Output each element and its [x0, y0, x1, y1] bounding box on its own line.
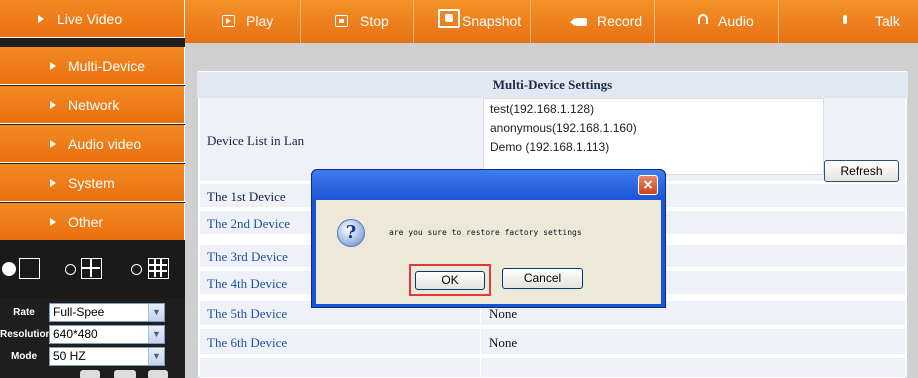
arrow-right-icon	[38, 15, 44, 23]
play-button[interactable]: Play	[185, 0, 301, 43]
snapshot-button[interactable]: Snapshot	[414, 0, 531, 43]
menu-item-other[interactable]: Other	[0, 203, 185, 241]
menu-item-live-video[interactable]: Live Video	[0, 0, 185, 38]
quad-view-icon	[81, 258, 102, 279]
chevron-down-icon[interactable]: ▼	[148, 326, 164, 343]
menu-item-label: Other	[68, 214, 104, 230]
chevron-down-icon[interactable]: ▼	[148, 304, 164, 321]
cancel-button[interactable]: Cancel	[502, 268, 583, 289]
resolution-value: 640*480	[53, 327, 98, 341]
arrow-right-icon	[50, 140, 56, 148]
audio-button[interactable]: Audio	[655, 0, 779, 43]
question-icon: ?	[337, 219, 365, 247]
menu-item-label: Multi-Device	[68, 58, 146, 74]
dialog-message: are you sure to restore factory settings	[389, 228, 582, 237]
list-item[interactable]: test(192.168.1.128)	[490, 102, 594, 116]
menu-item-label: Live Video	[57, 11, 123, 27]
video-camera-icon	[570, 18, 587, 26]
menu-item-network[interactable]: Network	[0, 86, 185, 124]
device-link[interactable]: The 5th Device	[207, 306, 287, 322]
rate-label: Rate	[13, 307, 35, 318]
arrow-right-icon	[50, 218, 56, 226]
view-layout-selector	[0, 240, 185, 298]
device-value: None	[489, 335, 518, 350]
play-icon	[222, 15, 235, 27]
device-link[interactable]: The 4th Device	[207, 276, 287, 292]
menu-item-label: System	[68, 175, 115, 191]
control-button-stub[interactable]	[114, 370, 136, 378]
device-value: None	[489, 306, 518, 321]
device-link[interactable]: The 2nd Device	[207, 216, 290, 232]
rate-value: Full-Spee	[53, 305, 105, 319]
confirm-dialog: × ? are you sure to restore factory sett…	[311, 169, 666, 308]
list-item[interactable]: Demo (192.168.1.113)	[490, 140, 609, 154]
dialog-title-bar[interactable]	[312, 170, 665, 200]
chevron-down-icon[interactable]: ▼	[148, 348, 164, 365]
mode-label: Mode	[10, 351, 38, 362]
table-row: The 6th Device None	[200, 329, 905, 355]
device-list-label: Device List in Lan	[207, 133, 305, 148]
mode-select[interactable]: 50 HZ ▼	[49, 347, 165, 366]
arrow-right-icon	[50, 179, 56, 187]
control-button-stub[interactable]	[80, 370, 100, 378]
record-label: Record	[597, 13, 643, 29]
ok-button-highlight: OK	[409, 264, 491, 296]
microphone-icon	[843, 15, 847, 24]
record-button[interactable]: Record	[531, 0, 655, 43]
toolbar: Play Stop Snapshot Record Audio Talk	[185, 0, 918, 43]
headphones-icon	[698, 14, 708, 24]
control-button-stub[interactable]	[148, 370, 168, 378]
audio-label: Audio	[718, 13, 754, 29]
device-label: The 1st Device	[207, 189, 286, 204]
refresh-button[interactable]: Refresh	[824, 160, 899, 182]
camera-icon	[438, 9, 460, 28]
stop-icon	[335, 15, 348, 27]
menu-item-label: Network	[68, 97, 120, 113]
arrow-right-icon	[50, 62, 56, 70]
close-icon[interactable]: ×	[638, 175, 658, 195]
nine-view-radio[interactable]	[131, 264, 142, 275]
talk-button[interactable]: Talk	[779, 0, 918, 43]
table-row	[200, 358, 905, 378]
dialog-body: ? are you sure to restore factory settin…	[316, 200, 661, 304]
device-list[interactable]: test(192.168.1.128) anonymous(192.168.1.…	[483, 98, 824, 175]
sidebar: Live Video Multi-Device Network Audio vi…	[0, 0, 185, 378]
list-item[interactable]: anonymous(192.168.1.160)	[490, 121, 637, 135]
menu-item-multi-device[interactable]: Multi-Device	[0, 47, 185, 85]
arrow-right-icon	[50, 101, 56, 109]
menu-item-label: Audio video	[68, 136, 142, 152]
menu-item-audio-video[interactable]: Audio video	[0, 125, 185, 163]
settings-title: Multi-Device Settings	[197, 72, 908, 98]
menu-item-system[interactable]: System	[0, 164, 185, 202]
device-link[interactable]: The 6th Device	[207, 335, 287, 351]
talk-label: Talk	[875, 13, 900, 29]
resolution-label: Resolution	[0, 329, 52, 340]
quad-view-radio[interactable]	[65, 264, 76, 275]
stop-button[interactable]: Stop	[301, 0, 414, 43]
single-view-icon	[19, 258, 40, 279]
snapshot-label: Snapshot	[462, 13, 522, 29]
stop-label: Stop	[360, 13, 389, 29]
nine-view-icon	[148, 258, 169, 279]
rate-select[interactable]: Full-Spee ▼	[49, 303, 165, 322]
play-label: Play	[246, 13, 274, 29]
device-link[interactable]: The 3rd Device	[207, 249, 288, 265]
resolution-select[interactable]: 640*480 ▼	[49, 325, 165, 344]
single-view-radio[interactable]	[2, 262, 16, 276]
ok-button[interactable]: OK	[415, 271, 485, 290]
mode-value: 50 HZ	[53, 349, 86, 363]
